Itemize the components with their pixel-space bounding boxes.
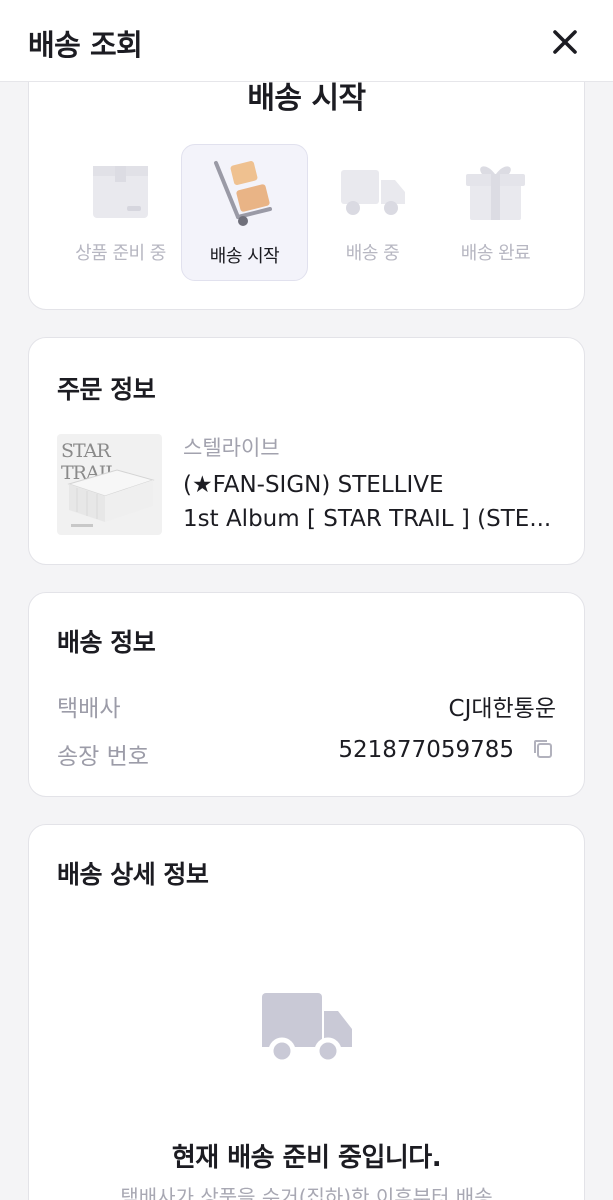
album-box-illustration [67, 469, 155, 527]
empty-state-title: 현재 배송 준비 중입니다. [171, 1143, 442, 1173]
empty-state-description: 택배사가 상품을 수거(집하)한 이후부터 배송 [120, 1185, 493, 1200]
hand-truck-icon [214, 161, 272, 226]
gift-icon [466, 166, 525, 220]
shipping-info-card: 배송 정보 택배사 CJ대한통운 송장 번호 521877059785 [28, 592, 585, 797]
carrier-label: 택배사 [57, 696, 121, 722]
order-info-card[interactable]: 주문 정보 STAR TRAIL 스텔라이브 (★FAN-SIGN) STELL… [28, 337, 585, 565]
tracking-number-label: 송장 번호 [57, 744, 149, 770]
order-info-title: 주문 정보 [57, 375, 156, 404]
close-button[interactable] [545, 22, 585, 62]
step-label: 배송 완료 [460, 243, 531, 264]
box-icon [93, 166, 148, 218]
step-shipping-started: 배송 시작 [181, 144, 308, 281]
step-delivered: 배송 완료 [432, 144, 559, 281]
delivery-detail-title: 배송 상세 정보 [57, 860, 209, 889]
delivery-detail-card: 배송 상세 정보 현재 배송 준비 중입니다. 택배사가 상품을 수거(집하)한… [28, 824, 585, 1200]
page-scroll-area[interactable]: 배송 시작 상품 준비 중 배송 시작 배송 중 배송 완료 주문 정보 STA… [0, 0, 613, 1200]
product-thumbnail[interactable]: STAR TRAIL [57, 434, 162, 535]
step-in-transit: 배송 중 [309, 144, 436, 281]
shipping-info-title: 배송 정보 [57, 628, 156, 657]
product-name-line2[interactable]: 1st Album [ STAR TRAIL ] (STE... [183, 506, 563, 532]
step-label: 상품 준비 중 [75, 243, 166, 264]
page-title: 배송 조회 [28, 28, 143, 62]
step-label: 배송 중 [345, 243, 400, 264]
product-name-line1[interactable]: (★FAN-SIGN) STELLIVE [183, 472, 563, 498]
truck-icon [262, 993, 352, 1065]
step-preparing: 상품 준비 중 [57, 144, 184, 281]
truck-icon [341, 170, 405, 215]
copy-icon[interactable] [532, 738, 554, 760]
close-icon [553, 30, 577, 54]
product-brand: 스텔라이브 [183, 436, 280, 460]
top-app-bar: 배송 조회 [0, 0, 613, 82]
carrier-value: CJ대한통운 [448, 696, 556, 722]
tracking-number-value: 521877059785 [338, 737, 514, 763]
step-label: 배송 시작 [209, 246, 280, 267]
